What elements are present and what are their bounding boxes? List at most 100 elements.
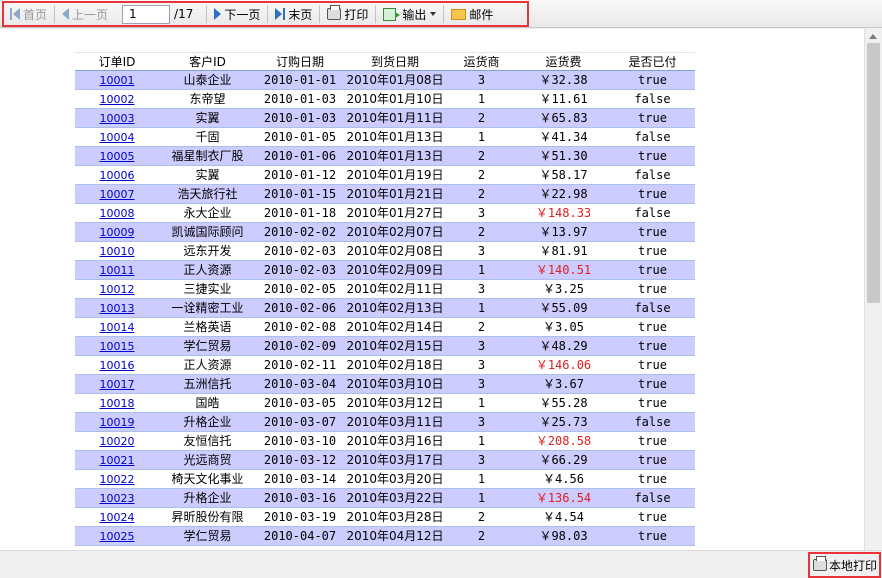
table-row: 10003 实翼 2010-01-03 2010年01月11日 2 ￥65.83 true (75, 108, 695, 128)
printer-icon (327, 5, 342, 20)
header-paid: 是否已付 (610, 52, 695, 71)
cell-paid: true (610, 526, 695, 546)
cell-shipper: 3 (446, 203, 517, 223)
order-id-link[interactable]: 10010 (100, 245, 135, 258)
prev-page-button[interactable]: 上一页 (58, 4, 112, 24)
order-id-link[interactable]: 10006 (100, 169, 135, 182)
order-id-link[interactable]: 10018 (100, 397, 135, 410)
order-id-link[interactable]: 10016 (100, 359, 135, 372)
scrollbar-thumb[interactable] (867, 43, 880, 303)
mail-icon (451, 8, 467, 20)
order-id-link[interactable]: 10014 (100, 321, 135, 334)
cell-arrive-date: 2010年03月17日 (344, 450, 446, 470)
cell-customer: 升格企业 (159, 412, 256, 432)
order-id-link[interactable]: 10008 (100, 207, 135, 220)
cell-freight: ￥148.33 (517, 203, 610, 223)
cell-order-id: 10012 (75, 279, 159, 299)
cell-shipper: 1 (446, 469, 517, 489)
order-id-link[interactable]: 10005 (100, 150, 135, 163)
cell-arrive-date: 2010年01月27日 (344, 203, 446, 223)
order-id-link[interactable]: 10011 (100, 264, 135, 277)
last-page-bar-icon (283, 8, 286, 20)
order-id-link[interactable]: 10012 (100, 283, 135, 296)
chevron-down-icon (430, 12, 437, 16)
cell-customer: 友恒信托 (159, 431, 256, 451)
cell-order-date: 2010-02-03 (256, 260, 344, 280)
cell-order-date: 2010-02-06 (256, 298, 344, 318)
order-id-link[interactable]: 10025 (100, 530, 135, 543)
cell-order-id: 10004 (75, 127, 159, 147)
cell-arrive-date: 2010年01月19日 (344, 165, 446, 185)
order-id-link[interactable]: 10024 (100, 511, 135, 524)
cell-shipper: 2 (446, 507, 517, 527)
first-page-button[interactable]: 首页 (6, 4, 51, 24)
next-page-icon (214, 8, 222, 20)
last-page-button[interactable]: 末页 (271, 4, 316, 24)
local-print-button[interactable]: 本地打印 (808, 552, 881, 578)
order-id-link[interactable]: 10017 (100, 378, 135, 391)
cell-order-id: 10016 (75, 355, 159, 375)
cell-freight: ￥208.58 (517, 431, 610, 451)
cell-shipper: 2 (446, 184, 517, 204)
cell-order-id: 10013 (75, 298, 159, 318)
mail-button[interactable]: 邮件 (447, 4, 497, 24)
order-id-link[interactable]: 10021 (100, 454, 135, 467)
order-id-link[interactable]: 10009 (100, 226, 135, 239)
cell-order-id: 10021 (75, 450, 159, 470)
cell-order-id: 10005 (75, 146, 159, 166)
report-viewport[interactable]: 订单ID 客户ID 订购日期 到货日期 运货商 运货费 是否已付 10001 山泰… (0, 29, 864, 550)
export-button[interactable]: 输出 (379, 4, 440, 24)
cell-freight: ￥22.98 (517, 184, 610, 204)
header-freight: 运货费 (517, 52, 610, 71)
cell-order-date: 2010-03-14 (256, 469, 344, 489)
page-number-input[interactable] (122, 4, 171, 24)
cell-order-date: 2010-02-08 (256, 317, 344, 337)
next-page-button[interactable]: 下一页 (210, 4, 264, 24)
table-row: 10019 升格企业 2010-03-07 2010年03月11日 3 ￥25.73 fal… (75, 412, 695, 432)
cell-arrive-date: 2010年02月15日 (344, 336, 446, 356)
table-row: 10007 浩天旅行社 2010-01-15 2010年01月21日 2 ￥22.98 tr… (75, 184, 695, 204)
cell-shipper: 3 (446, 374, 517, 394)
vertical-scrollbar[interactable] (864, 29, 882, 550)
order-id-link[interactable]: 10001 (100, 74, 135, 87)
cell-paid: true (610, 108, 695, 128)
order-id-link[interactable]: 10003 (100, 112, 135, 125)
cell-shipper: 2 (446, 317, 517, 337)
cell-order-date: 2010-03-16 (256, 488, 344, 508)
header-order-id: 订单ID (75, 52, 159, 71)
cell-paid: true (610, 336, 695, 356)
table-row: 10012 三捷实业 2010-02-05 2010年02月11日 3 ￥3.25 true (75, 279, 695, 299)
cell-order-date: 2010-03-10 (256, 431, 344, 451)
cell-arrive-date: 2010年02月14日 (344, 317, 446, 337)
order-id-link[interactable]: 10019 (100, 416, 135, 429)
order-id-link[interactable]: 10007 (100, 188, 135, 201)
cell-freight: ￥81.91 (517, 241, 610, 261)
cell-order-id: 10023 (75, 488, 159, 508)
cell-freight: ￥51.30 (517, 146, 610, 166)
cell-arrive-date: 2010年02月09日 (344, 260, 446, 280)
order-id-link[interactable]: 10020 (100, 435, 135, 448)
cell-paid: true (610, 431, 695, 451)
order-id-link[interactable]: 10023 (100, 492, 135, 505)
table-header-row: 订单ID 客户ID 订购日期 到货日期 运货商 运货费 是否已付 (75, 52, 695, 71)
order-id-link[interactable]: 10015 (100, 340, 135, 353)
cell-shipper: 1 (446, 260, 517, 280)
cell-arrive-date: 2010年01月08日 (344, 70, 446, 90)
cell-order-id: 10010 (75, 241, 159, 261)
scroll-up-arrow-icon[interactable] (869, 34, 877, 39)
order-id-link[interactable]: 10002 (100, 93, 135, 106)
cell-paid: true (610, 450, 695, 470)
table-row: 10025 学仁贸易 2010-04-07 2010年04月12日 2 ￥98.03 tru… (75, 526, 695, 546)
order-id-link[interactable]: 10004 (100, 131, 135, 144)
order-id-link[interactable]: 10013 (100, 302, 135, 315)
cell-customer: 东帝望 (159, 89, 256, 109)
cell-freight: ￥41.34 (517, 127, 610, 147)
cell-paid: true (610, 317, 695, 337)
first-page-arrow-icon (13, 8, 20, 20)
print-button[interactable]: 打印 (323, 4, 372, 24)
cell-customer: 升格企业 (159, 488, 256, 508)
cell-shipper: 1 (446, 298, 517, 318)
order-id-link[interactable]: 10022 (100, 473, 135, 486)
cell-order-date: 2010-01-03 (256, 89, 344, 109)
cell-shipper: 1 (446, 89, 517, 109)
